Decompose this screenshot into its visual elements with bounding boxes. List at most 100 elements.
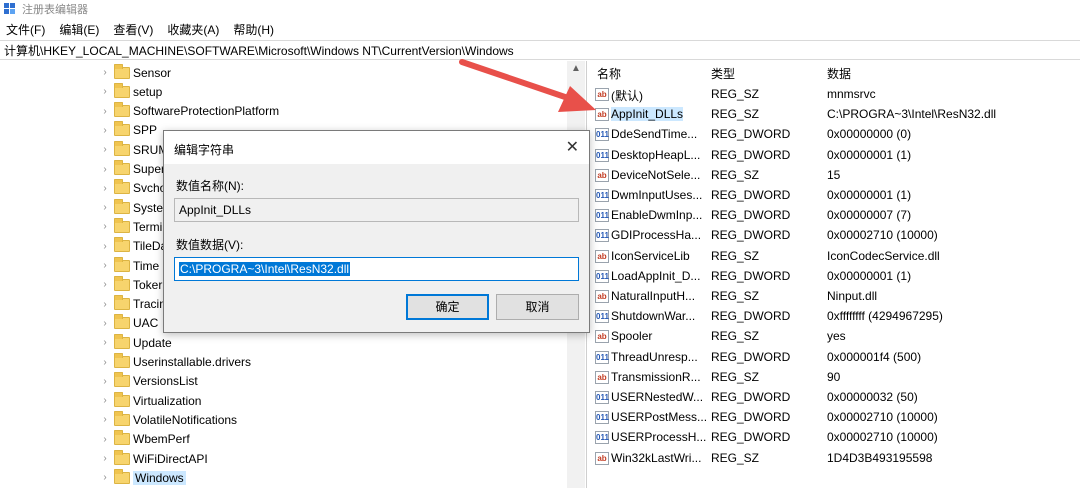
window-title: 注册表编辑器	[22, 4, 88, 16]
chevron-right-icon[interactable]: ›	[98, 472, 112, 483]
tree-item[interactable]: › VersionsList	[98, 372, 198, 391]
tree-item-label: VersionsList	[133, 374, 198, 389]
value-row[interactable]: 011 GDIProcessHa... REG_DWORD 0x00002710 (1…	[589, 226, 1080, 246]
value-type: REG_DWORD	[711, 430, 791, 445]
value-row[interactable]: 011 EnableDwmInp... REG_DWORD 0x00000007 (7…	[589, 206, 1080, 226]
value-row[interactable]: 011 ThreadUnresp... REG_DWORD 0x000001f4 (5…	[589, 348, 1080, 368]
tree-item-label: Time	[133, 258, 160, 273]
value-row[interactable]: ab AppInit_DLLs REG_SZ C:\PROGRA~3\Intel\Re…	[589, 105, 1080, 125]
folder-icon	[114, 333, 130, 349]
cancel-button[interactable]: 取消	[496, 294, 579, 320]
value-name: USERNestedW...	[611, 390, 704, 404]
chevron-right-icon[interactable]: ›	[98, 144, 112, 155]
chevron-right-icon[interactable]: ›	[98, 376, 112, 387]
chevron-right-icon[interactable]: ›	[98, 337, 112, 348]
tree-item[interactable]: › Time	[98, 256, 159, 275]
value-row[interactable]: 011 ShutdownWar... REG_DWORD 0xffffffff (42…	[589, 307, 1080, 327]
chevron-right-icon[interactable]: ›	[98, 357, 112, 368]
tree-item[interactable]: › Syster	[98, 198, 167, 217]
tree-item[interactable]: › Userinstallable.drivers	[98, 353, 251, 372]
close-icon[interactable]: ✕	[566, 137, 579, 157]
tree-item[interactable]: › WbemPerf	[98, 430, 190, 449]
value-row[interactable]: ab IconServiceLib REG_SZ IconCodecService.d…	[589, 247, 1080, 267]
value-row[interactable]: ab NaturalInputH... REG_SZ Ninput.dll	[589, 287, 1080, 307]
chevron-right-icon[interactable]: ›	[98, 106, 112, 117]
tree-item[interactable]: › SRUM	[98, 140, 168, 159]
value-row[interactable]: ab (默认) REG_SZ mnmsrvc	[589, 85, 1080, 105]
menu-edit[interactable]: 编辑(E)	[59, 21, 99, 38]
chevron-right-icon[interactable]: ›	[98, 202, 112, 213]
menu-favorites[interactable]: 收藏夹(A)	[167, 21, 219, 38]
tree-item[interactable]: › Update	[98, 333, 172, 352]
ok-button[interactable]: 确定	[406, 294, 489, 320]
value-row[interactable]: 011 DesktopHeapL... REG_DWORD 0x00000001 (1…	[589, 146, 1080, 166]
dialog-body: 数值名称(N): AppInit_DLLs 数值数据(V): C:\PROGRA…	[164, 164, 589, 332]
value-row[interactable]: ab Win32kLastWri... REG_SZ 1D4D3B493195598	[589, 449, 1080, 469]
value-row[interactable]: ab TransmissionR... REG_SZ 90	[589, 368, 1080, 388]
tree-item[interactable]: › Virtualization	[98, 391, 201, 410]
value-row[interactable]: 011 USERPostMess... REG_DWORD 0x00002710 (1…	[589, 408, 1080, 428]
tree-item[interactable]: › Windows	[98, 468, 186, 487]
value-type: REG_DWORD	[711, 349, 791, 364]
chevron-right-icon[interactable]: ›	[98, 86, 112, 97]
value-name-field: AppInit_DLLs	[174, 198, 579, 222]
tree-item[interactable]: › SoftwareProtectionPlatform	[98, 102, 279, 121]
value-row[interactable]: 011 LoadAppInit_D... REG_DWORD 0x00000001 (…	[589, 267, 1080, 287]
chevron-right-icon[interactable]: ›	[98, 434, 112, 445]
chevron-right-icon[interactable]: ›	[98, 241, 112, 252]
folder-icon	[114, 140, 130, 156]
tree-item[interactable]: › SPP	[98, 121, 157, 140]
chevron-right-icon[interactable]: ›	[98, 395, 112, 406]
chevron-right-icon[interactable]: ›	[98, 299, 112, 310]
chevron-right-icon[interactable]: ›	[98, 164, 112, 175]
value-row[interactable]: 011 DdeSendTime... REG_DWORD 0x00000000 (0)	[589, 125, 1080, 145]
value-data: IconCodecService.dll	[827, 248, 940, 263]
column-header-type[interactable]: 类型	[711, 65, 735, 82]
tree-item[interactable]: › Sensor	[98, 63, 171, 82]
value-row[interactable]: 011 USERProcessH... REG_DWORD 0x00002710 (1…	[589, 428, 1080, 448]
chevron-right-icon[interactable]: ›	[98, 125, 112, 136]
tree-item-label: Windows	[133, 470, 186, 485]
value-data-input[interactable]: C:\PROGRA~3\Intel\ResN32.dll	[174, 257, 579, 281]
value-type: REG_SZ	[711, 87, 760, 101]
value-data: 0x00002710 (10000)	[827, 410, 938, 425]
tree-item[interactable]: › Termi	[98, 217, 162, 236]
value-type: REG_DWORD	[711, 188, 791, 202]
tree-item[interactable]: › VolatileNotifications	[98, 410, 237, 429]
chevron-right-icon[interactable]: ›	[98, 260, 112, 271]
menu-help[interactable]: 帮助(H)	[233, 21, 274, 38]
tree-item[interactable]: › Toker	[98, 275, 162, 294]
value-row[interactable]: ab DeviceNotSele... REG_SZ 15	[589, 166, 1080, 186]
menu-view[interactable]: 查看(V)	[113, 21, 153, 38]
folder-icon	[114, 353, 130, 368]
tree-item[interactable]: › Tracin	[98, 295, 166, 314]
tree-item[interactable]: › UAC	[98, 314, 158, 333]
tree-item[interactable]: › setup	[98, 82, 162, 101]
tree-item[interactable]: › WiFiDirectAPI	[98, 449, 208, 468]
column-header-data[interactable]: 数据	[827, 65, 851, 82]
scroll-up-icon[interactable]: ▲	[567, 63, 585, 74]
tree-item-label: Virtualization	[133, 393, 202, 408]
value-name: IconServiceLib	[611, 248, 690, 263]
tree-item-label: UAC	[133, 316, 159, 331]
value-type: REG_SZ	[711, 329, 760, 344]
value-type: REG_DWORD	[711, 228, 791, 243]
value-row[interactable]: 011 DwmInputUses... REG_DWORD 0x00000001 (1…	[589, 186, 1080, 206]
value-name: GDIProcessHa...	[611, 228, 702, 243]
chevron-right-icon[interactable]: ›	[98, 221, 112, 232]
address-bar[interactable]: 计算机\HKEY_LOCAL_MACHINE\SOFTWARE\Microsof…	[0, 40, 1080, 60]
value-row[interactable]: 011 USERNestedW... REG_DWORD 0x00000032 (50…	[589, 388, 1080, 408]
tree-item[interactable]: › Super	[98, 160, 165, 179]
chevron-right-icon[interactable]: ›	[98, 183, 112, 194]
value-row[interactable]: ab Spooler REG_SZ yes	[589, 327, 1080, 347]
tree-item[interactable]: › TileDa	[98, 237, 167, 256]
menu-file[interactable]: 文件(F)	[6, 21, 45, 38]
value-type: REG_SZ	[711, 107, 760, 122]
chevron-right-icon[interactable]: ›	[98, 279, 112, 290]
chevron-right-icon[interactable]: ›	[98, 318, 112, 329]
tree-item[interactable]: › Svcho	[98, 179, 166, 198]
chevron-right-icon[interactable]: ›	[98, 453, 112, 464]
chevron-right-icon[interactable]: ›	[98, 414, 112, 425]
chevron-right-icon[interactable]: ›	[98, 67, 112, 78]
column-header-name[interactable]: 名称	[597, 65, 621, 82]
